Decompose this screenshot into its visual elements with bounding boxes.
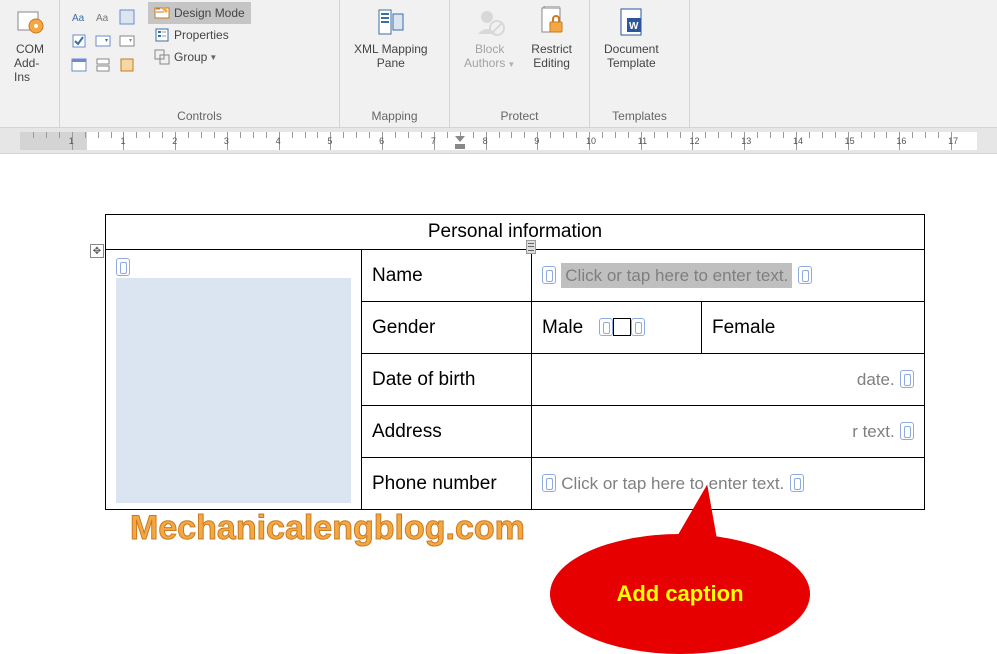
address-field-cell[interactable]: r text.	[532, 406, 925, 458]
phone-field-cell[interactable]: Click or tap here to enter text.	[532, 458, 925, 510]
callout-shape[interactable]: Add caption	[550, 514, 850, 654]
group-mapping-label: Mapping	[346, 107, 443, 127]
svg-text:Aa: Aa	[72, 13, 85, 24]
properties-button[interactable]: Properties	[148, 24, 251, 46]
ruler-area: 11234567891011121314151617	[0, 128, 997, 154]
content-control-tag-start	[542, 266, 556, 284]
date-control-icon[interactable]	[68, 54, 90, 76]
name-field-cell[interactable]: Click or tap here to enter text.	[532, 250, 925, 302]
restrict-label1: Restrict	[531, 42, 572, 56]
group-protect-label: Protect	[456, 107, 583, 127]
callout-text: Add caption	[616, 581, 743, 607]
document-template-button[interactable]: W Document Template	[596, 2, 667, 107]
xml-mapping-button[interactable]: XML Mapping Pane	[346, 2, 436, 107]
group-controls-label: Controls	[66, 107, 333, 127]
chevron-down-icon: ▼	[507, 60, 515, 69]
picture-content-control[interactable]	[116, 278, 351, 503]
content-control-tag-end	[900, 422, 914, 440]
horizontal-ruler[interactable]: 11234567891011121314151617	[20, 132, 977, 150]
combo-control-icon[interactable]	[92, 30, 114, 52]
legacy-tools-icon[interactable]	[116, 54, 138, 76]
content-control-tag-start	[599, 318, 613, 336]
phone-label[interactable]: Phone number	[362, 458, 532, 510]
document-template-icon: W	[615, 6, 647, 38]
column-grip-icon[interactable]	[526, 240, 536, 254]
content-control-gallery: Aa Aa	[68, 6, 138, 107]
block-authors-button: Block Authors▼	[456, 2, 523, 107]
xml-label2: Pane	[377, 56, 405, 70]
table-title-cell[interactable]: Personal information	[106, 215, 925, 250]
xml-mapping-icon	[375, 6, 407, 38]
svg-text:Aa: Aa	[96, 13, 109, 24]
group-protect: Block Authors▼ Restrict Editing Protect	[450, 0, 590, 127]
properties-label: Properties	[174, 28, 229, 42]
personal-info-table: Personal information Name Click or tap h…	[105, 214, 925, 510]
address-placeholder[interactable]: r text.	[852, 422, 895, 441]
svg-text:W: W	[629, 21, 639, 32]
content-control-tag-end	[900, 370, 914, 388]
document-area: ✥ Personal information Name Click or tap…	[0, 154, 997, 510]
xml-label1: XML Mapping	[354, 42, 428, 56]
group-label: Group	[174, 50, 207, 64]
checkbox-control-icon[interactable]	[68, 30, 90, 52]
dob-placeholder[interactable]: date.	[857, 370, 895, 389]
com-addins-button[interactable]: COM Add-Ins	[6, 2, 54, 107]
male-label: Male	[542, 317, 583, 338]
table-move-handle[interactable]: ✥	[90, 244, 104, 258]
dob-label[interactable]: Date of birth	[362, 354, 532, 406]
name-placeholder[interactable]: Click or tap here to enter text.	[565, 266, 788, 285]
watermark-text: Mechanicalengblog.com	[130, 509, 525, 548]
dropdown-control-icon[interactable]	[116, 30, 138, 52]
male-checkbox[interactable]	[613, 318, 631, 336]
group-addins-label	[6, 107, 53, 127]
restrict-label2: Editing	[533, 56, 570, 70]
dob-field-cell[interactable]: date.	[532, 354, 925, 406]
group-templates-label: Templates	[596, 107, 683, 127]
restrict-editing-icon	[536, 6, 568, 38]
design-mode-button[interactable]: Design Mode	[148, 2, 251, 24]
design-mode-icon	[154, 5, 170, 21]
content-control-tag-end	[790, 474, 804, 492]
ribbon: COM Add-Ins Aa Aa Design Mode	[0, 0, 997, 128]
restrict-editing-button[interactable]: Restrict Editing	[523, 2, 580, 107]
image-cell[interactable]	[106, 250, 362, 510]
block-label2: Authors	[464, 56, 505, 70]
plain-text-control-icon[interactable]: Aa	[92, 6, 114, 28]
content-control-tag-start	[116, 258, 130, 276]
com-addins-label1: COM	[16, 42, 44, 56]
picture-control-icon[interactable]	[116, 6, 138, 28]
template-label2: Template	[607, 56, 656, 70]
content-control-tag-end	[798, 266, 812, 284]
content-control-tag-end	[631, 318, 645, 336]
female-label: Female	[712, 317, 775, 338]
gender-male-cell[interactable]: Male	[532, 302, 702, 354]
group-addins: COM Add-Ins	[0, 0, 60, 127]
name-label[interactable]: Name	[362, 250, 532, 302]
phone-placeholder[interactable]: Click or tap here to enter text.	[561, 474, 784, 493]
properties-icon	[154, 27, 170, 43]
com-addins-label2: Add-Ins	[14, 56, 46, 84]
group-button[interactable]: Group ▼	[148, 46, 251, 68]
design-mode-label: Design Mode	[174, 6, 245, 20]
document-page: ✥ Personal information Name Click or tap…	[30, 214, 930, 510]
gender-female-cell[interactable]: Female	[702, 302, 925, 354]
block-authors-icon	[474, 6, 506, 38]
callout-ellipse: Add caption	[550, 534, 810, 654]
gender-label[interactable]: Gender	[362, 302, 532, 354]
address-label[interactable]: Address	[362, 406, 532, 458]
repeating-control-icon[interactable]	[92, 54, 114, 76]
group-icon	[154, 49, 170, 65]
chevron-down-icon: ▼	[209, 53, 217, 62]
gear-addin-icon	[14, 6, 46, 38]
block-label1: Block	[475, 42, 504, 56]
rich-text-control-icon[interactable]: Aa	[68, 6, 90, 28]
group-mapping: XML Mapping Pane Mapping	[340, 0, 450, 127]
content-control-tag-start	[542, 474, 556, 492]
group-controls: Aa Aa Design Mode Properties	[60, 0, 340, 127]
template-label1: Document	[604, 42, 659, 56]
group-templates: W Document Template Templates	[590, 0, 690, 127]
